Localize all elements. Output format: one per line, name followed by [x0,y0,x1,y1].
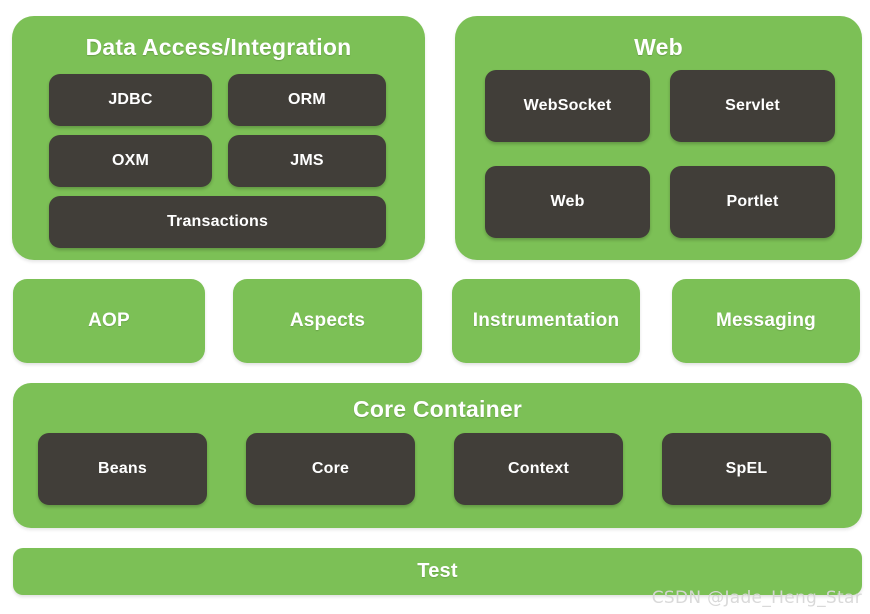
module-instrumentation[interactable]: Instrumentation [452,279,640,363]
module-web-label: Web [550,193,585,210]
module-servlet[interactable]: Servlet [670,70,835,142]
module-messaging-label: Messaging [716,310,816,331]
module-core-label: Core [311,460,350,477]
module-core[interactable]: Core [246,433,415,505]
module-context-label: Context [508,460,569,477]
module-web[interactable]: Web [485,166,650,238]
module-spel-label: SpEL [725,460,768,477]
module-beans-label: Beans [97,460,148,477]
module-jdbc-label: JDBC [108,91,153,108]
module-aop[interactable]: AOP [13,279,205,363]
module-jdbc[interactable]: JDBC [49,74,212,126]
module-orm-label: ORM [288,91,326,108]
module-transactions-label: Transactions [166,213,269,230]
module-transactions[interactable]: Transactions [49,196,386,248]
module-portlet[interactable]: Portlet [670,166,835,238]
module-aspects-label: Aspects [289,310,366,331]
watermark-text: CSDN @Jade_Heng_Star [651,588,862,608]
module-test-label: Test [417,560,458,582]
module-jms-label: JMS [290,152,324,169]
module-aspects[interactable]: Aspects [233,279,422,363]
module-websocket[interactable]: WebSocket [485,70,650,142]
panel-title-data-access-integration: Data Access/Integration [85,34,352,60]
panel-title-web: Web [634,34,683,60]
module-messaging[interactable]: Messaging [672,279,860,363]
module-context[interactable]: Context [454,433,623,505]
module-aop-label: AOP [88,310,130,331]
module-orm[interactable]: ORM [228,74,386,126]
spring-architecture-diagram: Data Access/Integration JDBC ORM OXM JMS… [0,0,870,614]
module-instrumentation-label: Instrumentation [472,310,620,331]
module-servlet-label: Servlet [725,97,780,114]
module-oxm[interactable]: OXM [49,135,212,187]
module-jms[interactable]: JMS [228,135,386,187]
module-beans[interactable]: Beans [38,433,207,505]
module-websocket-label: WebSocket [523,97,612,114]
module-portlet-label: Portlet [726,193,779,210]
panel-title-core-container: Core Container [353,396,522,422]
module-spel[interactable]: SpEL [662,433,831,505]
module-oxm-label: OXM [111,152,150,169]
